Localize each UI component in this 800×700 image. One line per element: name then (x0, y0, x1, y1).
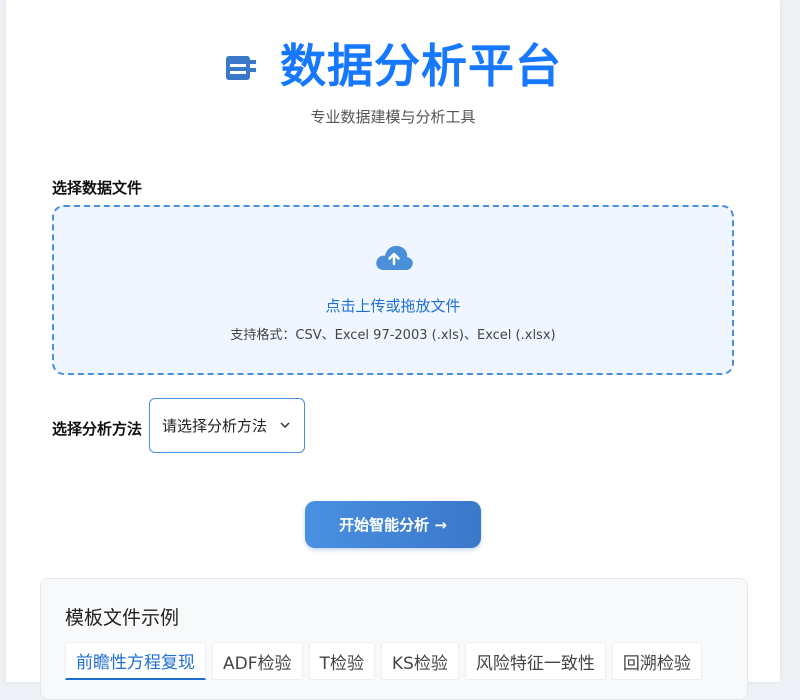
page-title: 数据分析平台 (280, 39, 562, 93)
file-dropzone[interactable]: 点击上传或拖放文件 支持格式：CSV、Excel 97-2003 (.xls)、… (52, 205, 734, 375)
tab-risk-consistency[interactable]: 风险特征一致性 (464, 642, 606, 680)
start-analysis-button[interactable]: 开始智能分析 → (305, 501, 481, 548)
file-section-label: 选择数据文件 (52, 179, 143, 197)
tab-adf-test[interactable]: ADF检验 (212, 642, 303, 680)
database-icon (226, 56, 256, 80)
template-tabs: 前瞻性方程复现 ADF检验 T检验 KS检验 风险特征一致性 回溯检验 (65, 642, 708, 680)
cloud-upload-icon (376, 245, 413, 270)
tab-forward-equation[interactable]: 前瞻性方程复现 (65, 642, 206, 680)
method-label: 选择分析方法 (52, 420, 143, 438)
tab-backtest[interactable]: 回溯检验 (611, 642, 702, 680)
chevron-down-icon (280, 422, 290, 429)
main-card: 数据分析平台 专业数据建模与分析工具 选择数据文件 点击上传或拖放文件 支持格式… (6, 0, 780, 700)
method-select[interactable]: 请选择分析方法 (149, 398, 305, 453)
dropzone-format-hint: 支持格式：CSV、Excel 97-2003 (.xls)、Excel (.xl… (230, 328, 556, 343)
template-panel-title: 模板文件示例 (65, 607, 180, 629)
method-select-value: 请选择分析方法 (162, 417, 268, 435)
tab-ks-test[interactable]: KS检验 (380, 642, 459, 680)
tab-t-test[interactable]: T检验 (308, 642, 375, 680)
page-header: 数据分析平台 (6, 28, 780, 98)
page-subtitle: 专业数据建模与分析工具 (310, 108, 476, 126)
dropzone-main-text: 点击上传或拖放文件 (325, 297, 461, 315)
